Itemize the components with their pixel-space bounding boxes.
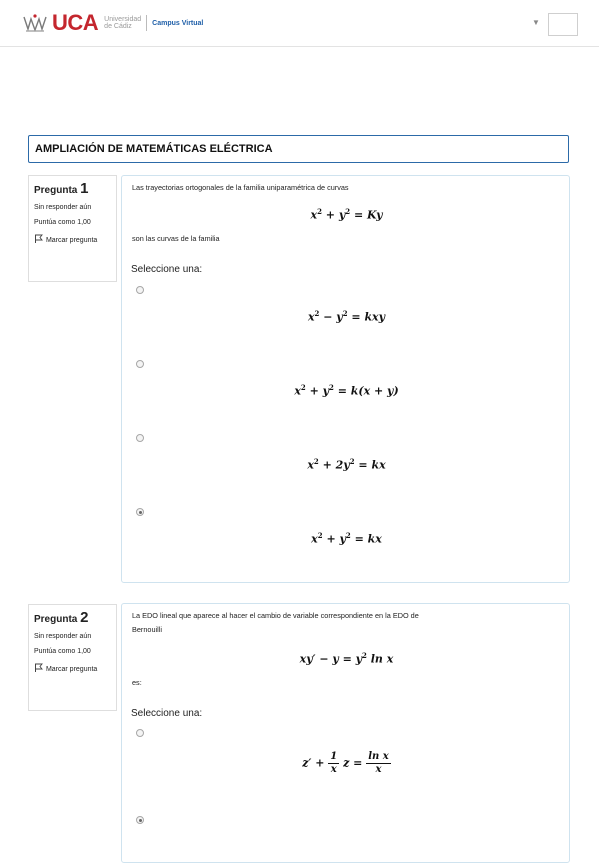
page-header: UCA Universidad de Cádiz Campus Virtual … (0, 0, 599, 47)
flag-label: Marcar pregunta (45, 666, 98, 673)
question-content-1: Las trayectorias ortogonales de la famil… (121, 175, 570, 583)
question-score: Puntúa como 1,00 (34, 648, 91, 655)
option-b-equation[interactable]: x2 + y2 = k(x + y) (122, 383, 571, 398)
question-label: Pregunta (34, 185, 78, 196)
option-a-equation[interactable]: z′ + 1x z = ln xx (122, 751, 571, 776)
flag-icon (35, 234, 43, 243)
question-status: Sin responder aún (34, 204, 92, 211)
option-radio-b[interactable] (136, 360, 144, 368)
option-c-equation[interactable]: x2 + 2y2 = kx (122, 457, 571, 472)
option-radio-d[interactable] (136, 508, 144, 516)
select-one-label: Seleccione una: (131, 264, 203, 275)
option-radio-a[interactable] (136, 729, 144, 737)
campus-virtual-label: Campus Virtual (152, 19, 204, 27)
question-content-2: La EDO lineal que aparece al hacer el ca… (121, 603, 570, 863)
flag-label: Marcar pregunta (45, 237, 98, 244)
flag-question-link[interactable]: Marcar pregunta (34, 234, 112, 246)
option-radio-a[interactable] (136, 286, 144, 294)
logo-divider (146, 15, 148, 31)
question-text: La EDO lineal que aparece al hacer el ca… (132, 611, 419, 620)
course-title: AMPLIACIÓN DE MATEMÁTICAS ELÉCTRICA (28, 135, 569, 163)
question-info-1: Pregunta 1 Sin responder aún Puntúa como… (28, 175, 117, 282)
question-score: Puntúa como 1,00 (34, 219, 91, 226)
question-text-after: son las curvas de la familia (132, 234, 220, 243)
option-radio-b[interactable] (136, 816, 144, 824)
university-line-2: de Cádiz (104, 23, 132, 30)
chevron-down-icon[interactable]: ▼ (532, 18, 540, 27)
brand-name: UCA (52, 10, 99, 35)
question-info-2: Pregunta 2 Sin responder aún Puntúa como… (28, 604, 117, 711)
question-text-after: es: (132, 678, 142, 687)
option-d-equation[interactable]: x2 + y2 = kx (122, 531, 571, 546)
equation-family: x2 + y2 = Ky (310, 207, 383, 222)
question-number: Pregunta 1 (34, 180, 112, 197)
user-menu-avatar[interactable] (548, 13, 578, 36)
flag-icon (35, 663, 43, 672)
question-number: Pregunta 2 (34, 609, 112, 626)
flag-question-link[interactable]: Marcar pregunta (34, 663, 112, 675)
university-line-1: Universidad (104, 16, 142, 23)
question-status: Sin responder aún (34, 633, 92, 640)
question-text: Las trayectorias ortogonales de la famil… (132, 183, 349, 192)
option-radio-c[interactable] (136, 434, 144, 442)
question-label: Pregunta (34, 614, 78, 625)
select-one-label: Seleccione una: (131, 708, 203, 719)
uca-logo[interactable]: UCA Universidad de Cádiz Campus Virtual (22, 12, 203, 34)
question-number-value: 1 (80, 180, 89, 197)
question-text-line-2: Bernouilli (132, 625, 163, 634)
uca-crest-icon (23, 14, 47, 33)
option-a-equation[interactable]: x2 − y2 = kxy (122, 309, 571, 324)
question-number-value: 2 (80, 609, 89, 626)
equation-bernoulli: xy′ − y = y2 ln x (299, 651, 394, 666)
university-name: Universidad de Cádiz (104, 16, 141, 30)
